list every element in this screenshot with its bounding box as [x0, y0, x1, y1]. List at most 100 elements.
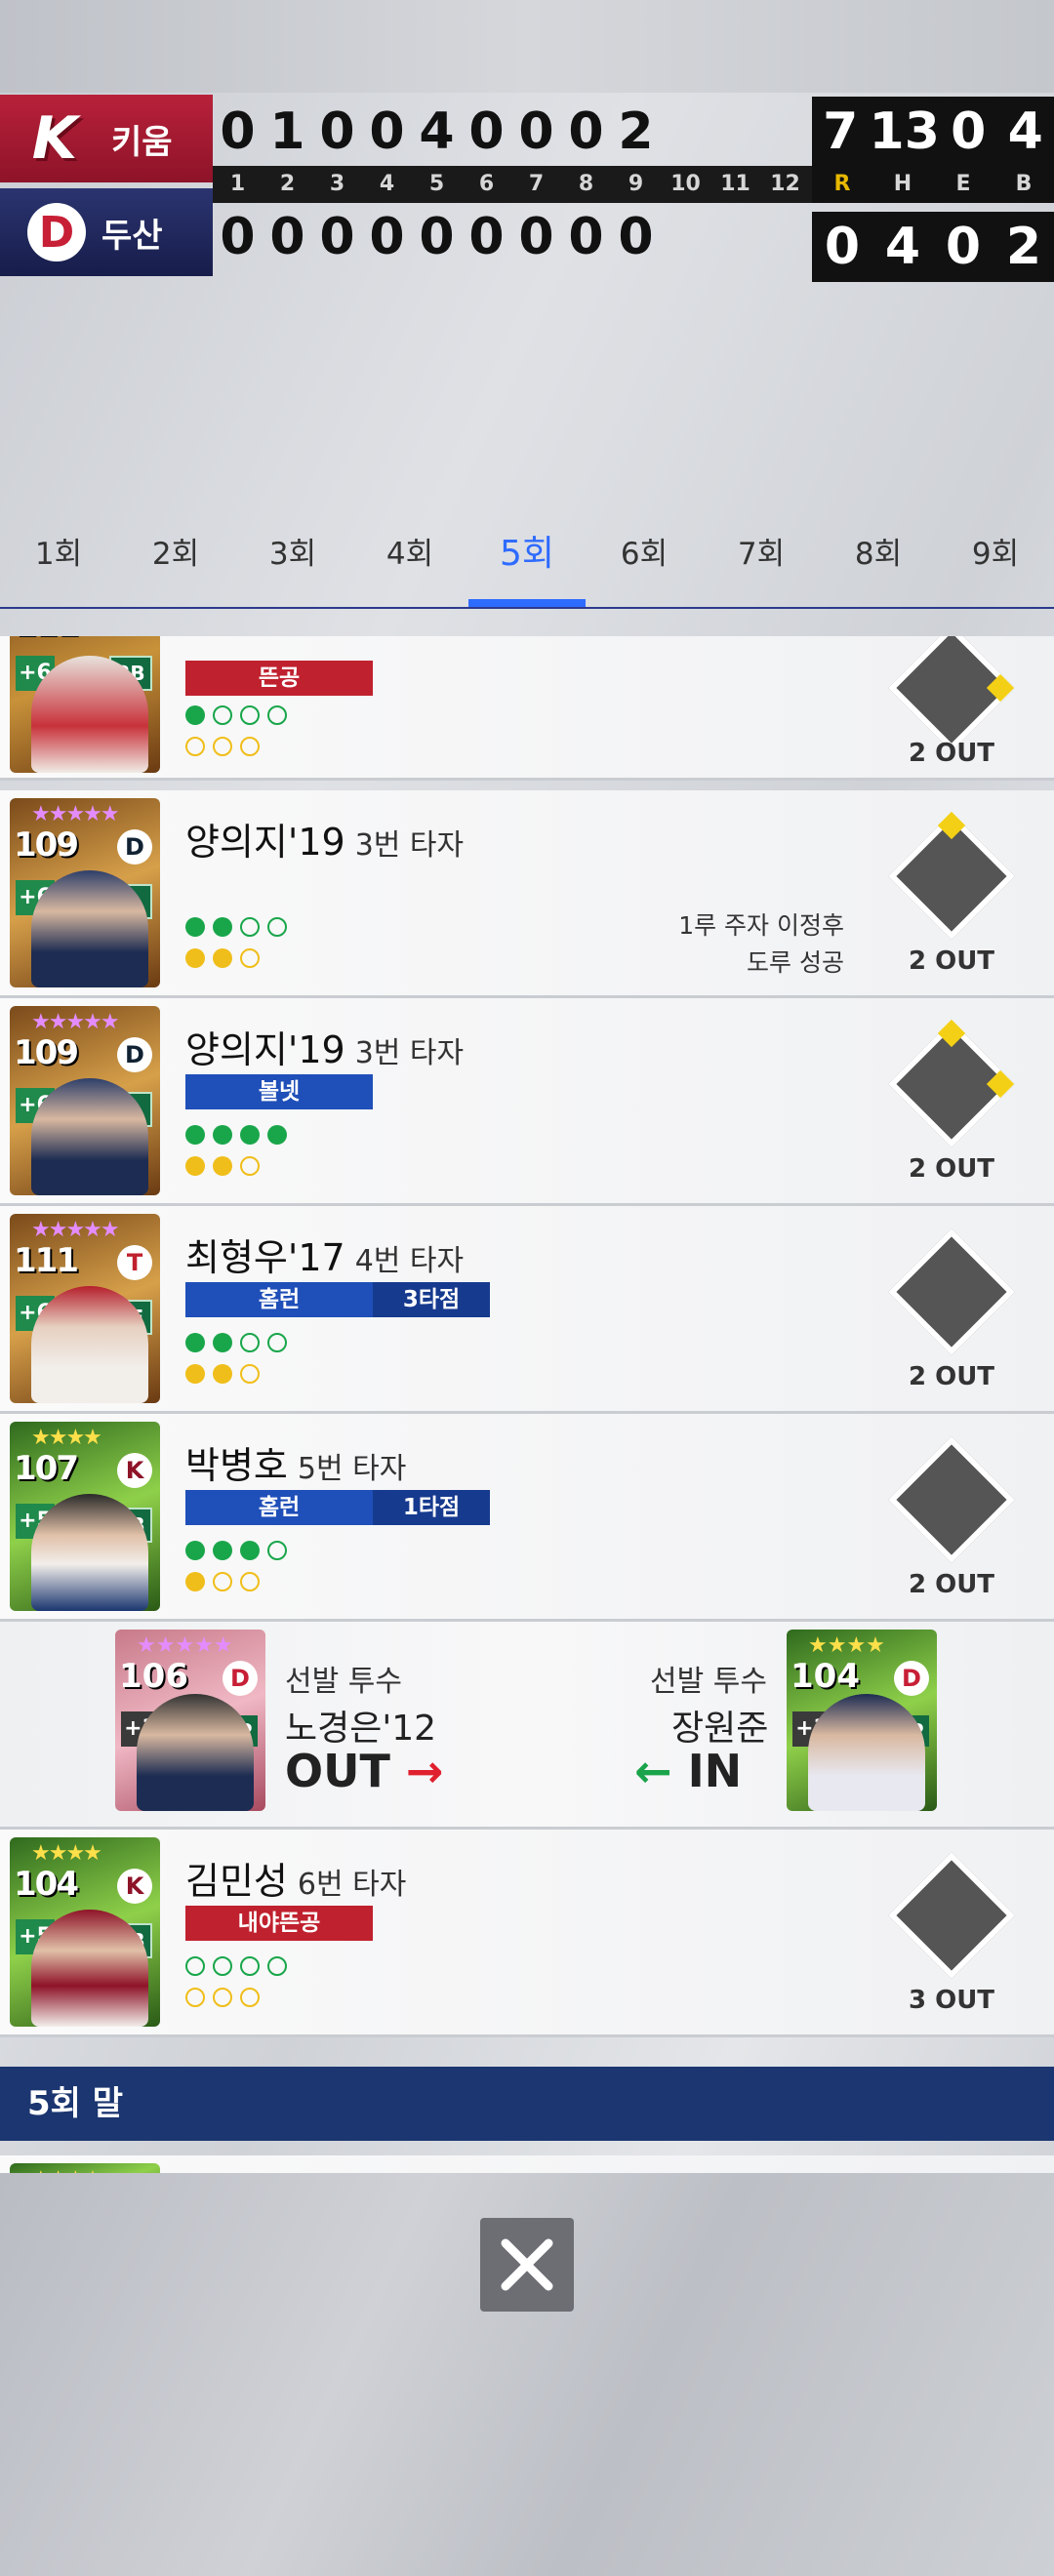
tab-inning-6[interactable]: 6회 [586, 517, 703, 607]
batter-name: 양의지'19 3번 타자 [185, 812, 464, 865]
pitch-dot [267, 1956, 287, 1976]
batter-name-text: 최형우'17 [185, 1236, 345, 1279]
tab-inning-2[interactable]: 2회 [117, 517, 234, 607]
card-overall: 106 [119, 1657, 188, 1696]
pitch-dot [213, 1541, 232, 1560]
card-stars: ★★★★★ [31, 802, 120, 826]
incoming-pitcher-card: ★★★★ 104 D +3 SP [787, 1630, 937, 1811]
player-portrait [31, 1286, 148, 1403]
result-label: 볼넷 [185, 1074, 373, 1109]
away-inning-score: 0 [568, 102, 604, 161]
pitch-dot [213, 1156, 232, 1176]
away-inning-score: 2 [618, 102, 654, 161]
card-overall: 109 [14, 825, 79, 865]
away-team-name: 키움 [111, 122, 173, 162]
tab-inning-9[interactable]: 9회 [937, 517, 1054, 607]
tab-inning-7[interactable]: 7회 [703, 517, 820, 607]
play-row[interactable]: 111 +6 2B 뜬공 2 OUT [0, 636, 1054, 781]
batting-order: 5번 타자 [297, 1452, 407, 1486]
pitch-dot [185, 1541, 205, 1560]
player-portrait [31, 1494, 148, 1611]
player-card: 111 +6 2B [10, 636, 160, 773]
tab-inning-5[interactable]: 5회 [468, 517, 586, 607]
play-result: 홈런 1타점 [185, 1490, 490, 1525]
tab-inning-1[interactable]: 1회 [0, 517, 117, 607]
home-team-name: 두산 [101, 216, 163, 256]
batter-name-text: 박병호 [185, 1444, 288, 1487]
home-hits: 4 [884, 218, 921, 276]
card-stars: ★★★★ [31, 1841, 102, 1866]
out-count: 3 OUT [908, 1986, 995, 2015]
base-diamond [883, 810, 1020, 946]
away-inning-score: 4 [419, 102, 455, 161]
pitch-dots-green [185, 1956, 287, 1976]
play-row[interactable]: ★★★★★ 111 T +6 LF 최형우'17 4번 타자 홈런 3타점 2 O… [0, 1206, 1054, 1414]
pitch-dots-green [185, 1333, 287, 1352]
tab-inning-8[interactable]: 8회 [820, 517, 937, 607]
home-inning-scores: 0 0 0 0 0 0 0 0 0 [213, 208, 810, 266]
player-card: ★★★★★ 109 D +6 C [10, 798, 160, 987]
pitch-dot [213, 1333, 232, 1352]
inning-number: 10 [670, 172, 701, 196]
half-inning-header: 5회 말 [0, 2067, 1054, 2141]
pitch-dots-green [185, 1541, 287, 1560]
arrow-right-icon: → [405, 1745, 444, 1797]
player-portrait [808, 1694, 925, 1811]
card-overall: 107 [14, 1449, 79, 1488]
card-overall: 109 [14, 1033, 79, 1072]
play-row[interactable]: ★★★★★ 109 D +6 C 양의지'19 3번 타자 1루 주자 이정후 도… [0, 790, 1054, 998]
pitching-change-row[interactable]: ★★★★★ 106 D +3 SP 선발 투수 노경은'12 OUT → 선발 … [0, 1622, 1054, 1830]
away-inning-score: 0 [468, 102, 505, 161]
inning-number: 9 [628, 172, 644, 196]
close-button[interactable] [480, 2218, 574, 2312]
card-overall: 104 [790, 1657, 860, 1696]
inning-number: 4 [379, 172, 395, 196]
inning-number: 2 [279, 172, 296, 196]
pitch-dot [240, 1988, 260, 2007]
pitch-dot [213, 737, 232, 756]
kiwoom-logo-icon: K [31, 104, 78, 173]
pitch-dots-yellow [185, 1156, 260, 1176]
team-mark-icon: K [117, 1869, 152, 1904]
result-label: 홈런 [185, 1490, 373, 1525]
base-diamond [883, 1226, 1020, 1362]
play-row[interactable]: ★★★★★ 109 D +6 C 양의지'19 3번 타자 볼넷 2 OUT [0, 998, 1054, 1206]
pitch-dot [185, 948, 205, 968]
in-text: IN [687, 1745, 743, 1797]
diamond-icon [887, 1435, 1016, 1564]
pitch-dot [240, 705, 260, 725]
tab-inning-4[interactable]: 4회 [351, 517, 468, 607]
home-errors: 0 [945, 218, 982, 276]
play-note: 1루 주자 이정후 도루 성공 [678, 907, 844, 982]
pitch-dots-yellow [185, 1988, 260, 2007]
batting-order: 3번 타자 [354, 828, 465, 863]
pitch-dot [185, 1572, 205, 1591]
pitch-dot [240, 1572, 260, 1591]
home-inning-score: 0 [269, 208, 305, 266]
batter-name-text: 양의지'19 [185, 821, 345, 864]
pitch-dot [185, 917, 205, 937]
card-overall: 111 [14, 636, 79, 644]
play-row[interactable]: ★★★★ 104 K +5 3B 김민성 6번 타자 내야뜬공 3 OUT [0, 1830, 1054, 2037]
doosan-logo-icon: D [27, 203, 86, 262]
batter-name: 최형우'17 4번 타자 [185, 1228, 464, 1281]
outgoing-pitcher-role: 선발 투수 [285, 1665, 402, 1699]
pitch-dot [240, 917, 260, 937]
player-card: ★★★★ 107 K +5 1B [10, 1422, 160, 1611]
batting-order: 4번 타자 [354, 1244, 465, 1278]
home-inning-score: 0 [468, 208, 505, 266]
team-mark-icon: D [894, 1661, 929, 1696]
away-inning-score: 0 [319, 102, 355, 161]
card-stars: ★★★★★ [31, 1010, 120, 1034]
play-row[interactable]: ★★★★ 107 K +5 1B 박병호 5번 타자 홈런 1타점 2 OUT [0, 1414, 1054, 1622]
pitch-dot [240, 1541, 260, 1560]
out-text: OUT [285, 1745, 390, 1797]
out-count: 2 OUT [908, 739, 995, 768]
play-result: 홈런 3타점 [185, 1282, 490, 1317]
rhe-label: H [893, 172, 912, 196]
play-row[interactable]: ★★★★ [0, 2155, 1054, 2173]
tab-inning-3[interactable]: 3회 [234, 517, 351, 607]
pitch-dot [185, 1125, 205, 1145]
play-by-play-list[interactable]: 111 +6 2B 뜬공 2 OUT ★★★★★ 109 D +6 C 양 [0, 636, 1054, 2173]
rbi-label: 3타점 [373, 1282, 490, 1317]
